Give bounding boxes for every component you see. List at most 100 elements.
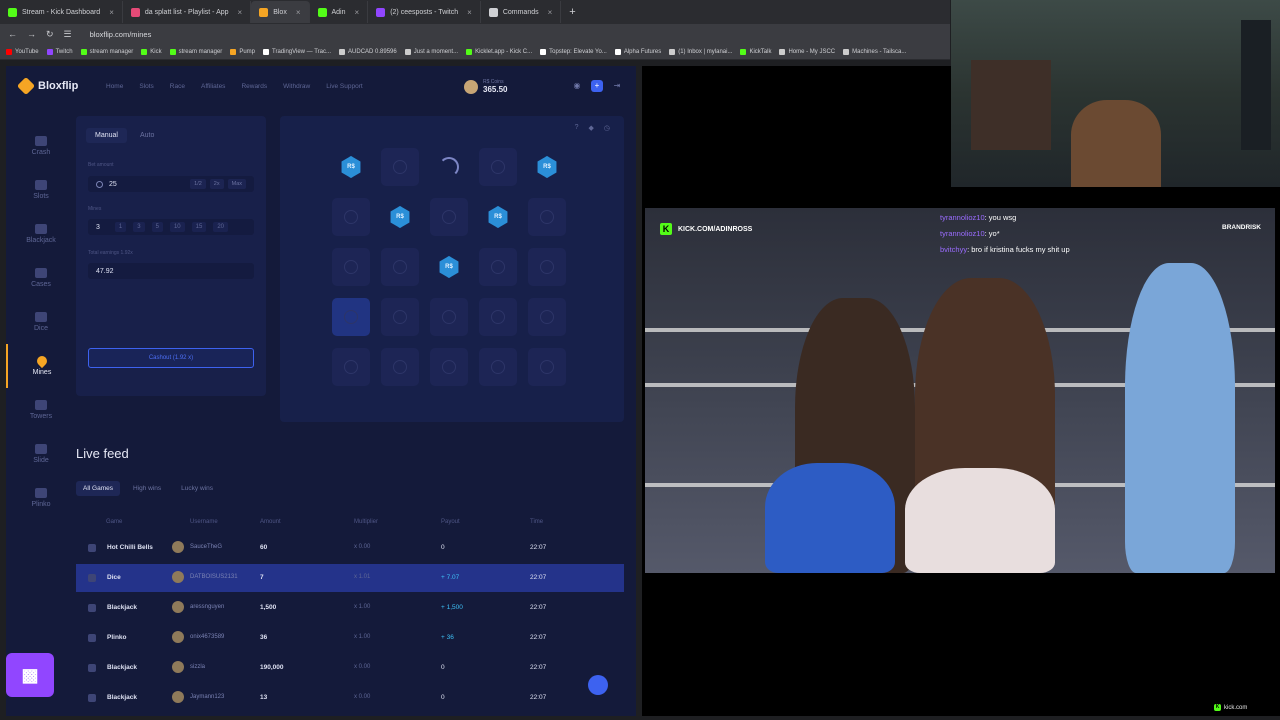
browser-tab[interactable]: da splatt list - Playlist - App × bbox=[123, 1, 252, 23]
mine-tile[interactable]: R$ bbox=[430, 248, 468, 286]
mine-tile[interactable] bbox=[381, 348, 419, 386]
shield-icon[interactable]: ◆ bbox=[589, 124, 594, 132]
bookmark-item[interactable]: Twitch bbox=[46, 48, 73, 55]
url-field[interactable]: bloxflip.com/mines bbox=[90, 30, 152, 39]
chat-bubble-icon[interactable] bbox=[588, 675, 608, 695]
bookmark-item[interactable]: Kick bbox=[141, 48, 162, 55]
mine-tile[interactable] bbox=[430, 148, 468, 186]
feed-row[interactable]: Blackjack aressnguyen 1,500 x 1.00 + 1,500 22… bbox=[76, 594, 624, 622]
mine-tile[interactable] bbox=[430, 348, 468, 386]
feed-row[interactable]: Hot Chilli Bells SauceTheG 60 x 0.00 0 22:07 bbox=[76, 534, 624, 562]
mine-tile[interactable]: R$ bbox=[332, 148, 370, 186]
browser-tab[interactable]: Blox × bbox=[251, 1, 310, 23]
tab-close-icon[interactable]: × bbox=[238, 8, 243, 17]
mine-tile[interactable] bbox=[430, 298, 468, 336]
mines-option-button[interactable]: 20 bbox=[213, 222, 228, 232]
nav-link[interactable]: Race bbox=[170, 83, 185, 90]
logout-icon[interactable]: ⇥ bbox=[611, 80, 623, 92]
bookmark-item[interactable]: stream manager bbox=[169, 48, 222, 55]
feed-row[interactable]: Blackjack Jaymann123 13 x 0.00 0 22:07 bbox=[76, 684, 624, 712]
mine-tile[interactable] bbox=[479, 348, 517, 386]
bookmark-item[interactable]: Just a moment... bbox=[404, 48, 458, 55]
mines-option-button[interactable]: 10 bbox=[169, 222, 185, 232]
tab-close-icon[interactable]: × bbox=[109, 8, 114, 17]
mine-tile[interactable] bbox=[528, 348, 566, 386]
sidebar-item-towers[interactable]: Towers bbox=[6, 388, 76, 432]
browser-tab[interactable]: Adin × bbox=[310, 1, 369, 23]
site-info-icon[interactable]: ☰ bbox=[64, 29, 72, 40]
tab-close-icon[interactable]: × bbox=[355, 8, 360, 17]
bookmark-item[interactable]: YouTube bbox=[6, 48, 39, 55]
bloxflip-logo[interactable]: Bloxflip bbox=[16, 76, 78, 96]
mines-option-button[interactable]: 1 bbox=[114, 222, 127, 232]
mine-tile[interactable] bbox=[528, 198, 566, 236]
mines-option-button[interactable]: 15 bbox=[191, 222, 207, 232]
tab-close-icon[interactable]: × bbox=[296, 8, 301, 17]
back-icon[interactable]: ← bbox=[8, 29, 17, 39]
bookmark-item[interactable]: AUDCAD 0.89596 bbox=[339, 48, 397, 55]
mine-tile[interactable]: R$ bbox=[528, 148, 566, 186]
bookmark-item[interactable]: stream manager bbox=[80, 48, 133, 55]
new-tab-icon[interactable]: + bbox=[569, 6, 575, 18]
browser-tab[interactable]: (2) ceesposts - Twitch × bbox=[368, 1, 481, 23]
mine-tile[interactable] bbox=[381, 148, 419, 186]
mine-tile[interactable] bbox=[430, 198, 468, 236]
mine-tile[interactable]: R$ bbox=[479, 198, 517, 236]
feed-tab[interactable]: Lucky wins bbox=[174, 481, 220, 496]
tab-auto[interactable]: Auto bbox=[131, 128, 163, 143]
feed-row[interactable]: Blackjack sizzla 190,000 x 0.00 0 22:07 bbox=[76, 654, 624, 682]
bookmark-item[interactable]: Kicklet.app - Kick C... bbox=[466, 48, 532, 55]
mines-option-button[interactable]: 5 bbox=[151, 222, 163, 232]
bookmark-item[interactable]: Machines - Tailsca... bbox=[843, 48, 906, 55]
mine-tile[interactable] bbox=[332, 198, 370, 236]
bet-amount-input[interactable]: 25 1/2 2x Max bbox=[88, 176, 254, 192]
deposit-plus-icon[interactable]: + bbox=[591, 80, 603, 92]
bet-chip-button[interactable]: 1/2 bbox=[190, 179, 206, 189]
tab-manual[interactable]: Manual bbox=[86, 128, 127, 143]
browser-tab[interactable]: Stream - Kick Dashboard × bbox=[0, 1, 123, 23]
sidebar-item-crash[interactable]: Crash bbox=[6, 124, 76, 168]
bookmark-item[interactable]: TradingView — Trac... bbox=[263, 48, 331, 55]
clock-icon[interactable]: ◷ bbox=[604, 124, 610, 132]
sidebar-item-slide[interactable]: Slide bbox=[6, 432, 76, 476]
sidebar-item-plinko[interactable]: Plinko bbox=[6, 476, 76, 520]
sidebar-item-dice[interactable]: Dice bbox=[6, 300, 76, 344]
nav-link[interactable]: Withdraw bbox=[283, 83, 310, 90]
nav-link[interactable]: Rewards bbox=[241, 83, 267, 90]
sidebar-item-cases[interactable]: Cases bbox=[6, 256, 76, 300]
feed-row[interactable]: Plinko onix4673589 36 x 1.00 + 36 22:07 bbox=[76, 624, 624, 652]
mine-tile[interactable] bbox=[528, 248, 566, 286]
bookmark-item[interactable]: KickTalk bbox=[740, 48, 771, 55]
forward-icon[interactable]: → bbox=[27, 29, 36, 39]
nav-link[interactable]: Live Support bbox=[326, 83, 363, 90]
mine-tile[interactable] bbox=[479, 248, 517, 286]
cashout-button[interactable]: Cashout (1.92 x) bbox=[88, 348, 254, 368]
mine-tile[interactable] bbox=[381, 248, 419, 286]
mine-tile[interactable] bbox=[332, 298, 370, 336]
browser-tab[interactable]: Commands × bbox=[481, 1, 562, 23]
mines-selector[interactable]: 3 1 3 5 10 15 20 bbox=[88, 219, 254, 235]
reload-icon[interactable]: ↻ bbox=[46, 29, 54, 40]
nav-link[interactable]: Affiliates bbox=[201, 83, 225, 90]
mines-option-button[interactable]: 3 bbox=[133, 222, 145, 232]
bookmark-item[interactable]: (1) Inbox | mylanai... bbox=[669, 48, 732, 55]
balance-display[interactable]: R$ Coins 365.50 bbox=[464, 79, 507, 94]
sidebar-item-mines[interactable]: Mines bbox=[6, 344, 76, 388]
feed-tab[interactable]: All Games bbox=[76, 481, 120, 496]
sidebar-item-blackjack[interactable]: Blackjack bbox=[6, 212, 76, 256]
nav-link[interactable]: Home bbox=[106, 83, 123, 90]
bookmark-item[interactable]: Home - My JSCC bbox=[779, 48, 835, 55]
mine-tile[interactable]: R$ bbox=[381, 198, 419, 236]
bookmark-item[interactable]: Topstep: Elevate Yo... bbox=[540, 48, 607, 55]
feed-tab[interactable]: High wins bbox=[126, 481, 168, 496]
mine-tile[interactable] bbox=[332, 248, 370, 286]
mine-tile[interactable] bbox=[528, 298, 566, 336]
user-avatar[interactable] bbox=[464, 79, 478, 94]
mine-tile[interactable] bbox=[332, 348, 370, 386]
mine-tile[interactable] bbox=[479, 148, 517, 186]
sidebar-item-slots[interactable]: Slots bbox=[6, 168, 76, 212]
tab-close-icon[interactable]: × bbox=[548, 8, 553, 17]
bet-chip-button[interactable]: 2x bbox=[209, 179, 224, 189]
bet-chip-button[interactable]: Max bbox=[227, 179, 246, 189]
nav-link[interactable]: Slots bbox=[139, 83, 153, 90]
